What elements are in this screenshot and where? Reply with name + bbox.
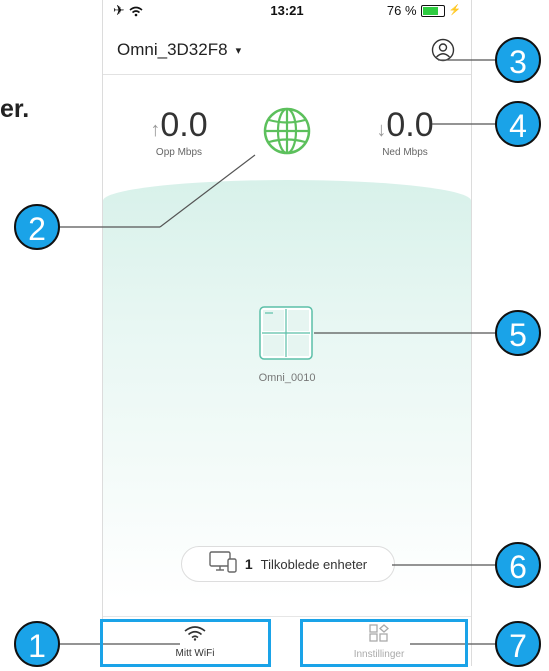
callout-6: 6 <box>495 542 541 588</box>
callout-1: 1 <box>14 621 60 667</box>
highlight-my-wifi <box>100 619 271 667</box>
callout-lines <box>60 59 498 645</box>
callout-4: 4 <box>495 101 541 147</box>
callout-7: 7 <box>495 621 541 667</box>
callout-5: 5 <box>495 310 541 356</box>
callout-2: 2 <box>14 204 60 250</box>
highlight-settings <box>300 619 468 667</box>
callout-3: 3 <box>495 37 541 83</box>
